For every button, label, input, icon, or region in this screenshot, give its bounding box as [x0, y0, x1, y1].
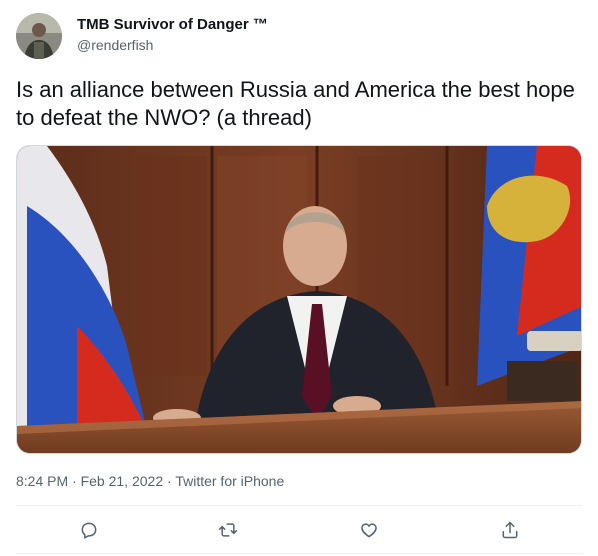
like-icon	[361, 523, 377, 538]
share-icon	[502, 521, 518, 539]
author-avatar[interactable]	[16, 13, 62, 59]
author-display-name[interactable]: TMB Survivor of Danger ™	[77, 16, 268, 33]
like-button[interactable]	[357, 518, 381, 542]
photo-image	[17, 146, 581, 453]
tweet-media-photo[interactable]	[16, 145, 582, 454]
meta-separator: ·	[68, 473, 81, 489]
divider	[16, 553, 582, 554]
tweet-source[interactable]: Twitter for iPhone	[175, 473, 284, 489]
tweet-meta: 8:24 PM · Feb 21, 2022 · Twitter for iPh…	[16, 473, 284, 489]
tweet-date[interactable]: Feb 21, 2022	[81, 473, 164, 489]
meta-separator: ·	[163, 473, 176, 489]
retweet-icon	[218, 523, 238, 537]
avatar-image	[16, 13, 62, 59]
share-button[interactable]	[498, 518, 522, 542]
tweet-text: Is an alliance between Russia and Americ…	[16, 77, 575, 130]
reply-icon	[81, 522, 97, 539]
retweet-button[interactable]	[216, 518, 240, 542]
author-handle[interactable]: @renderfish	[77, 37, 153, 53]
tweet-time[interactable]: 8:24 PM	[16, 473, 68, 489]
divider	[16, 505, 582, 506]
reply-button[interactable]	[77, 518, 101, 542]
